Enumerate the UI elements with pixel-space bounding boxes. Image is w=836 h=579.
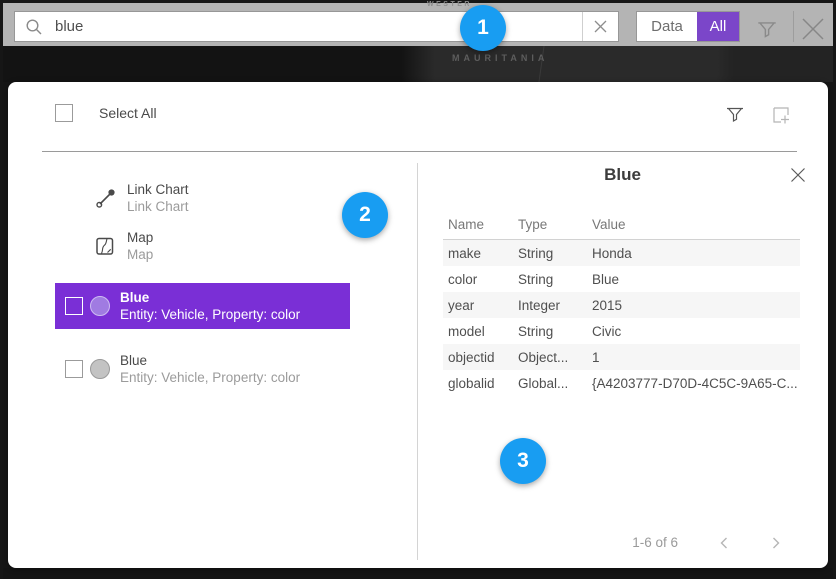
table-row: globalid Global... {A4203777-D70D-4C5C-9… [443,370,800,396]
table-row: model String Civic [443,318,800,344]
column-header-value: Value [592,217,800,232]
clear-search-button[interactable] [582,12,618,41]
map-label-mauritania: MAURITANIA [452,53,548,63]
cell-type: Global... [518,376,592,391]
search-toolbar: Data All [3,3,833,46]
select-all-label: Select All [99,105,157,121]
pagination: 1-6 of 6 [632,535,782,550]
chevron-left-icon[interactable] [718,536,730,550]
cell-name: year [443,298,518,313]
toolbar-divider [793,11,794,42]
column-header-type: Type [518,217,592,232]
search-results-panel: Select All Link Chart Link Chart Map [8,82,828,568]
result-item-blue-selected[interactable]: Blue Entity: Vehicle, Property: color [55,283,350,329]
result-item-blue[interactable]: Blue Entity: Vehicle, Property: color [55,346,350,392]
callout-3: 3 [500,438,546,484]
cell-name: objectid [443,350,518,365]
cell-name: make [443,246,518,261]
callout-2: 2 [342,192,388,238]
table-row: year Integer 2015 [443,292,800,318]
result-title: Blue [120,289,300,306]
cell-name: model [443,324,518,339]
cell-value: Honda [592,246,800,261]
table-row: objectid Object... 1 [443,344,800,370]
result-item-link-chart[interactable]: Link Chart Link Chart [95,178,383,218]
cell-type: String [518,272,592,287]
scope-data-button[interactable]: Data [637,12,697,41]
search-icon [25,18,43,36]
result-checkbox[interactable] [65,360,83,378]
result-title: Link Chart [127,181,189,198]
result-subtitle: Map [127,246,153,263]
detail-title: Blue [417,165,828,185]
cell-name: globalid [443,376,518,391]
entity-circle-icon [90,359,110,379]
chevron-right-icon[interactable] [770,536,782,550]
entity-circle-icon [90,296,110,316]
map-background [3,46,833,82]
table-row: make String Honda [443,240,800,266]
result-checkbox[interactable] [65,297,83,315]
result-title: Blue [120,352,300,369]
pagination-label: 1-6 of 6 [632,535,678,550]
table-row: color String Blue [443,266,800,292]
cell-name: color [443,272,518,287]
select-all-checkbox[interactable] [55,104,73,122]
table-header-row: Name Type Value [443,210,800,240]
cell-value: 2015 [592,298,800,313]
cell-value: {A4203777-D70D-4C5C-9A65-C... [592,376,800,391]
result-subtitle: Link Chart [127,198,189,215]
cell-type: Integer [518,298,592,313]
cell-type: String [518,324,592,339]
results-list: Link Chart Link Chart Map Map Blue Entit… [42,165,383,392]
funnel-icon[interactable] [755,18,779,42]
detail-panel: Blue Name Type Value make String Honda c… [417,82,828,568]
result-item-map[interactable]: Map Map [95,226,383,266]
attributes-table: Name Type Value make String Honda color … [443,210,800,396]
close-icon[interactable] [790,167,808,185]
cell-value: 1 [592,350,800,365]
result-title: Map [127,229,153,246]
search-scope-toggle: Data All [636,11,740,42]
link-chart-icon [95,187,117,209]
result-subtitle: Entity: Vehicle, Property: color [120,369,300,386]
cell-type: Object... [518,350,592,365]
map-icon [95,236,117,256]
callout-1: 1 [460,5,506,51]
cell-value: Blue [592,272,800,287]
select-all-row: Select All [55,104,157,122]
search-box[interactable] [14,11,619,42]
cell-type: String [518,246,592,261]
cell-value: Civic [592,324,800,339]
map-label-western-sahara: WESTER [427,1,472,8]
map-bottom-strip [3,568,833,579]
result-subtitle: Entity: Vehicle, Property: color [120,306,300,323]
close-search-button[interactable] [799,15,827,43]
column-header-name: Name [443,217,518,232]
scope-all-button[interactable]: All [697,12,739,41]
